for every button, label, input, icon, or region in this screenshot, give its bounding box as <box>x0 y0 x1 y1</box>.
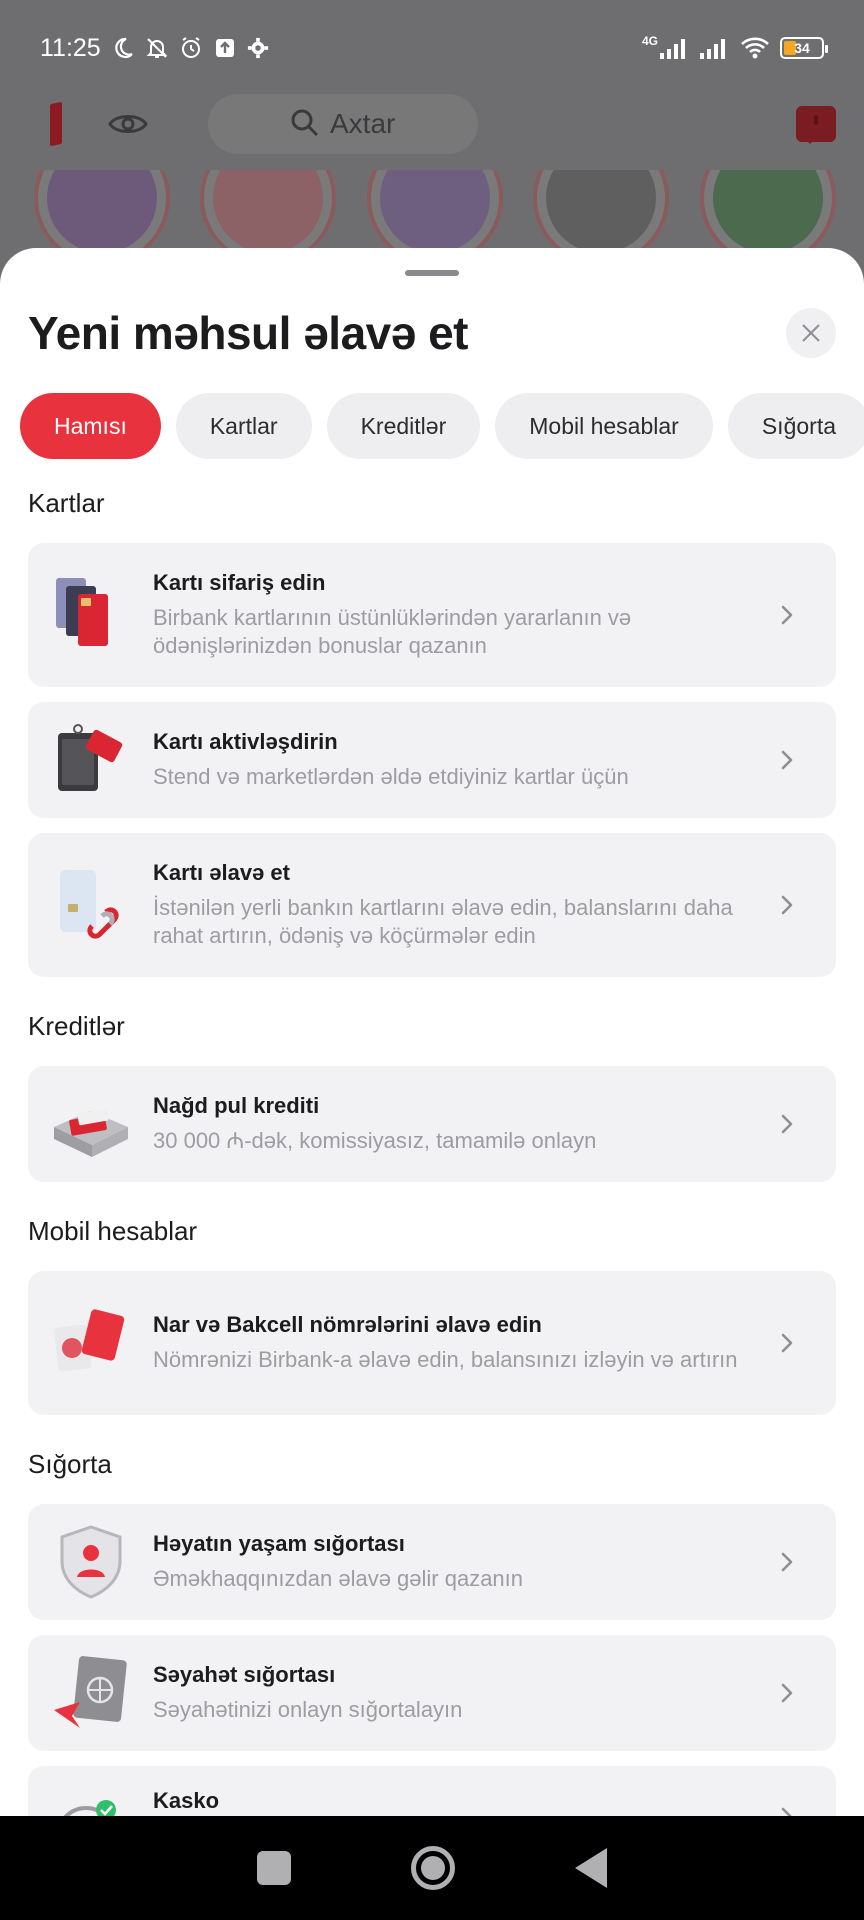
list-item-cash-credit[interactable]: Nağd pul krediti 30 000 ₼-dək, komissiya… <box>28 1066 836 1182</box>
wifi-icon <box>741 37 769 59</box>
chevron-right-icon <box>781 750 793 770</box>
status-right-icons: 4G 34 <box>641 34 828 60</box>
recents-button[interactable] <box>257 1851 291 1885</box>
search-icon <box>291 109 319 137</box>
section-title-cards: Kartlar <box>28 488 105 518</box>
cards-stack-icon <box>50 574 132 656</box>
chip-credits[interactable]: Kreditlər <box>326 393 481 459</box>
story-circle[interactable] <box>34 170 170 260</box>
chevron-right-icon <box>781 895 793 915</box>
battery-level: 34 <box>794 40 810 56</box>
story-circle[interactable] <box>533 170 669 260</box>
chip-cards[interactable]: Kartlar <box>175 393 312 459</box>
search-input[interactable]: Axtar <box>208 94 478 154</box>
network-type: 4G <box>641 34 658 48</box>
story-circle[interactable] <box>367 170 503 260</box>
item-title: Nağd pul krediti <box>153 1093 320 1118</box>
back-button[interactable] <box>575 1848 607 1888</box>
battery-icon: 34 <box>780 37 828 59</box>
chip-mobile-accounts[interactable]: Mobil hesablar <box>495 393 713 459</box>
status-bar: 11:25 4G 34 <box>0 0 864 96</box>
list-item-activate-card[interactable]: Kartı aktivləşdirin Stend və marketlərdə… <box>28 702 836 818</box>
item-description: İstənilən yerli bankın kartlarını əlavə … <box>153 895 733 948</box>
life-insurance-shield-icon <box>50 1521 132 1603</box>
chevron-right-icon <box>781 1683 793 1703</box>
card-package-icon <box>50 719 132 801</box>
upload-icon <box>215 39 234 57</box>
sheet-grabber[interactable] <box>405 270 459 276</box>
list-item-add-mobile[interactable]: Nar və Bakcell nömrələrini əlavə edin Nö… <box>28 1271 836 1415</box>
chevron-right-icon <box>781 1114 793 1134</box>
bell-muted-icon <box>146 38 168 58</box>
item-description: Birbank kartlarının üstünlüklərindən yar… <box>153 605 632 658</box>
moon-icon <box>114 37 133 59</box>
item-description: 30 000 ₼-dək, komissiyasız, tamamilə onl… <box>153 1128 597 1153</box>
item-description: Nömrənizi Birbank-a əlavə edin, balansın… <box>153 1347 738 1372</box>
search-placeholder: Axtar <box>330 108 396 139</box>
close-icon <box>802 324 820 342</box>
item-title: Kartı əlavə et <box>153 860 290 885</box>
card-link-icon <box>50 864 132 946</box>
travel-passport-icon <box>50 1652 132 1734</box>
section-title-credits: Kreditlər <box>28 1011 125 1041</box>
status-time: 11:25 <box>40 33 101 62</box>
item-description: Stend və marketlərdən əldə etdiyiniz kar… <box>153 764 629 789</box>
story-circle[interactable] <box>700 170 836 260</box>
app-header: Axtar <box>0 84 864 164</box>
item-title: Kasko <box>153 1788 220 1813</box>
item-title: Nar və Bakcell nömrələrini əlavə edin <box>153 1312 542 1337</box>
car-insurance-icon <box>50 1796 132 1816</box>
item-description: Əməkhaqqınızdan əlavə gəlir qazanın <box>153 1566 524 1591</box>
chevron-right-icon <box>781 1552 793 1572</box>
stories-row <box>0 170 864 260</box>
alarm-icon <box>181 37 200 58</box>
system-nav-bar <box>0 1816 864 1920</box>
product-list: Kartlar Kartı sifariş edin Birbank kartl… <box>28 488 836 1816</box>
item-description: Səyahətinizi onlayn sığortalayın <box>153 1697 463 1722</box>
chip-all[interactable]: Hamısı <box>20 393 161 459</box>
list-item-life-insurance[interactable]: Həyatın yaşam sığortası Əməkhaqqınızdan … <box>28 1504 836 1620</box>
chevron-right-icon <box>781 1807 792 1816</box>
item-title: Kartı sifariş edin <box>153 570 326 595</box>
filter-chips: Hamısı Kartlar Kreditlər Mobil hesablar … <box>20 393 864 459</box>
list-item-travel-insurance[interactable]: Səyahət sığortası Səyahətinizi onlayn sı… <box>28 1635 836 1751</box>
eye-icon[interactable] <box>108 104 148 144</box>
item-title: Səyahət sığortası <box>153 1662 336 1687</box>
add-product-sheet: Yeni məhsul əlavə et Hamısı Kartlar Kred… <box>0 248 864 1816</box>
section-title-mobile: Mobil hesablar <box>28 1216 198 1246</box>
signal-icon <box>660 39 685 59</box>
home-button[interactable] <box>411 1846 455 1890</box>
story-circle[interactable] <box>200 170 336 260</box>
cash-box-icon <box>50 1083 132 1165</box>
chevron-right-icon <box>781 1333 793 1353</box>
chat-icon[interactable] <box>796 106 836 144</box>
signal-icon-2 <box>700 39 725 59</box>
section-title-insurance: Sığorta <box>28 1449 112 1479</box>
item-title: Həyatın yaşam sığortası <box>153 1531 405 1556</box>
close-button[interactable] <box>786 308 836 358</box>
item-title: Kartı aktivləşdirin <box>153 729 338 754</box>
chevron-right-icon <box>781 605 793 625</box>
sim-cards-icon <box>50 1302 132 1384</box>
sheet-title: Yeni məhsul əlavə et <box>28 307 469 359</box>
brand-logo-icon <box>28 101 68 147</box>
settings-icon <box>247 37 268 59</box>
status-left-icons <box>111 36 269 60</box>
chip-insurance[interactable]: Sığorta <box>727 393 864 459</box>
list-item-add-card[interactable]: Kartı əlavə et İstənilən yerli bankın ka… <box>28 833 836 977</box>
list-item-order-card[interactable]: Kartı sifariş edin Birbank kartlarının ü… <box>28 543 836 687</box>
list-item-kasko[interactable]: Kasko <box>28 1766 836 1816</box>
